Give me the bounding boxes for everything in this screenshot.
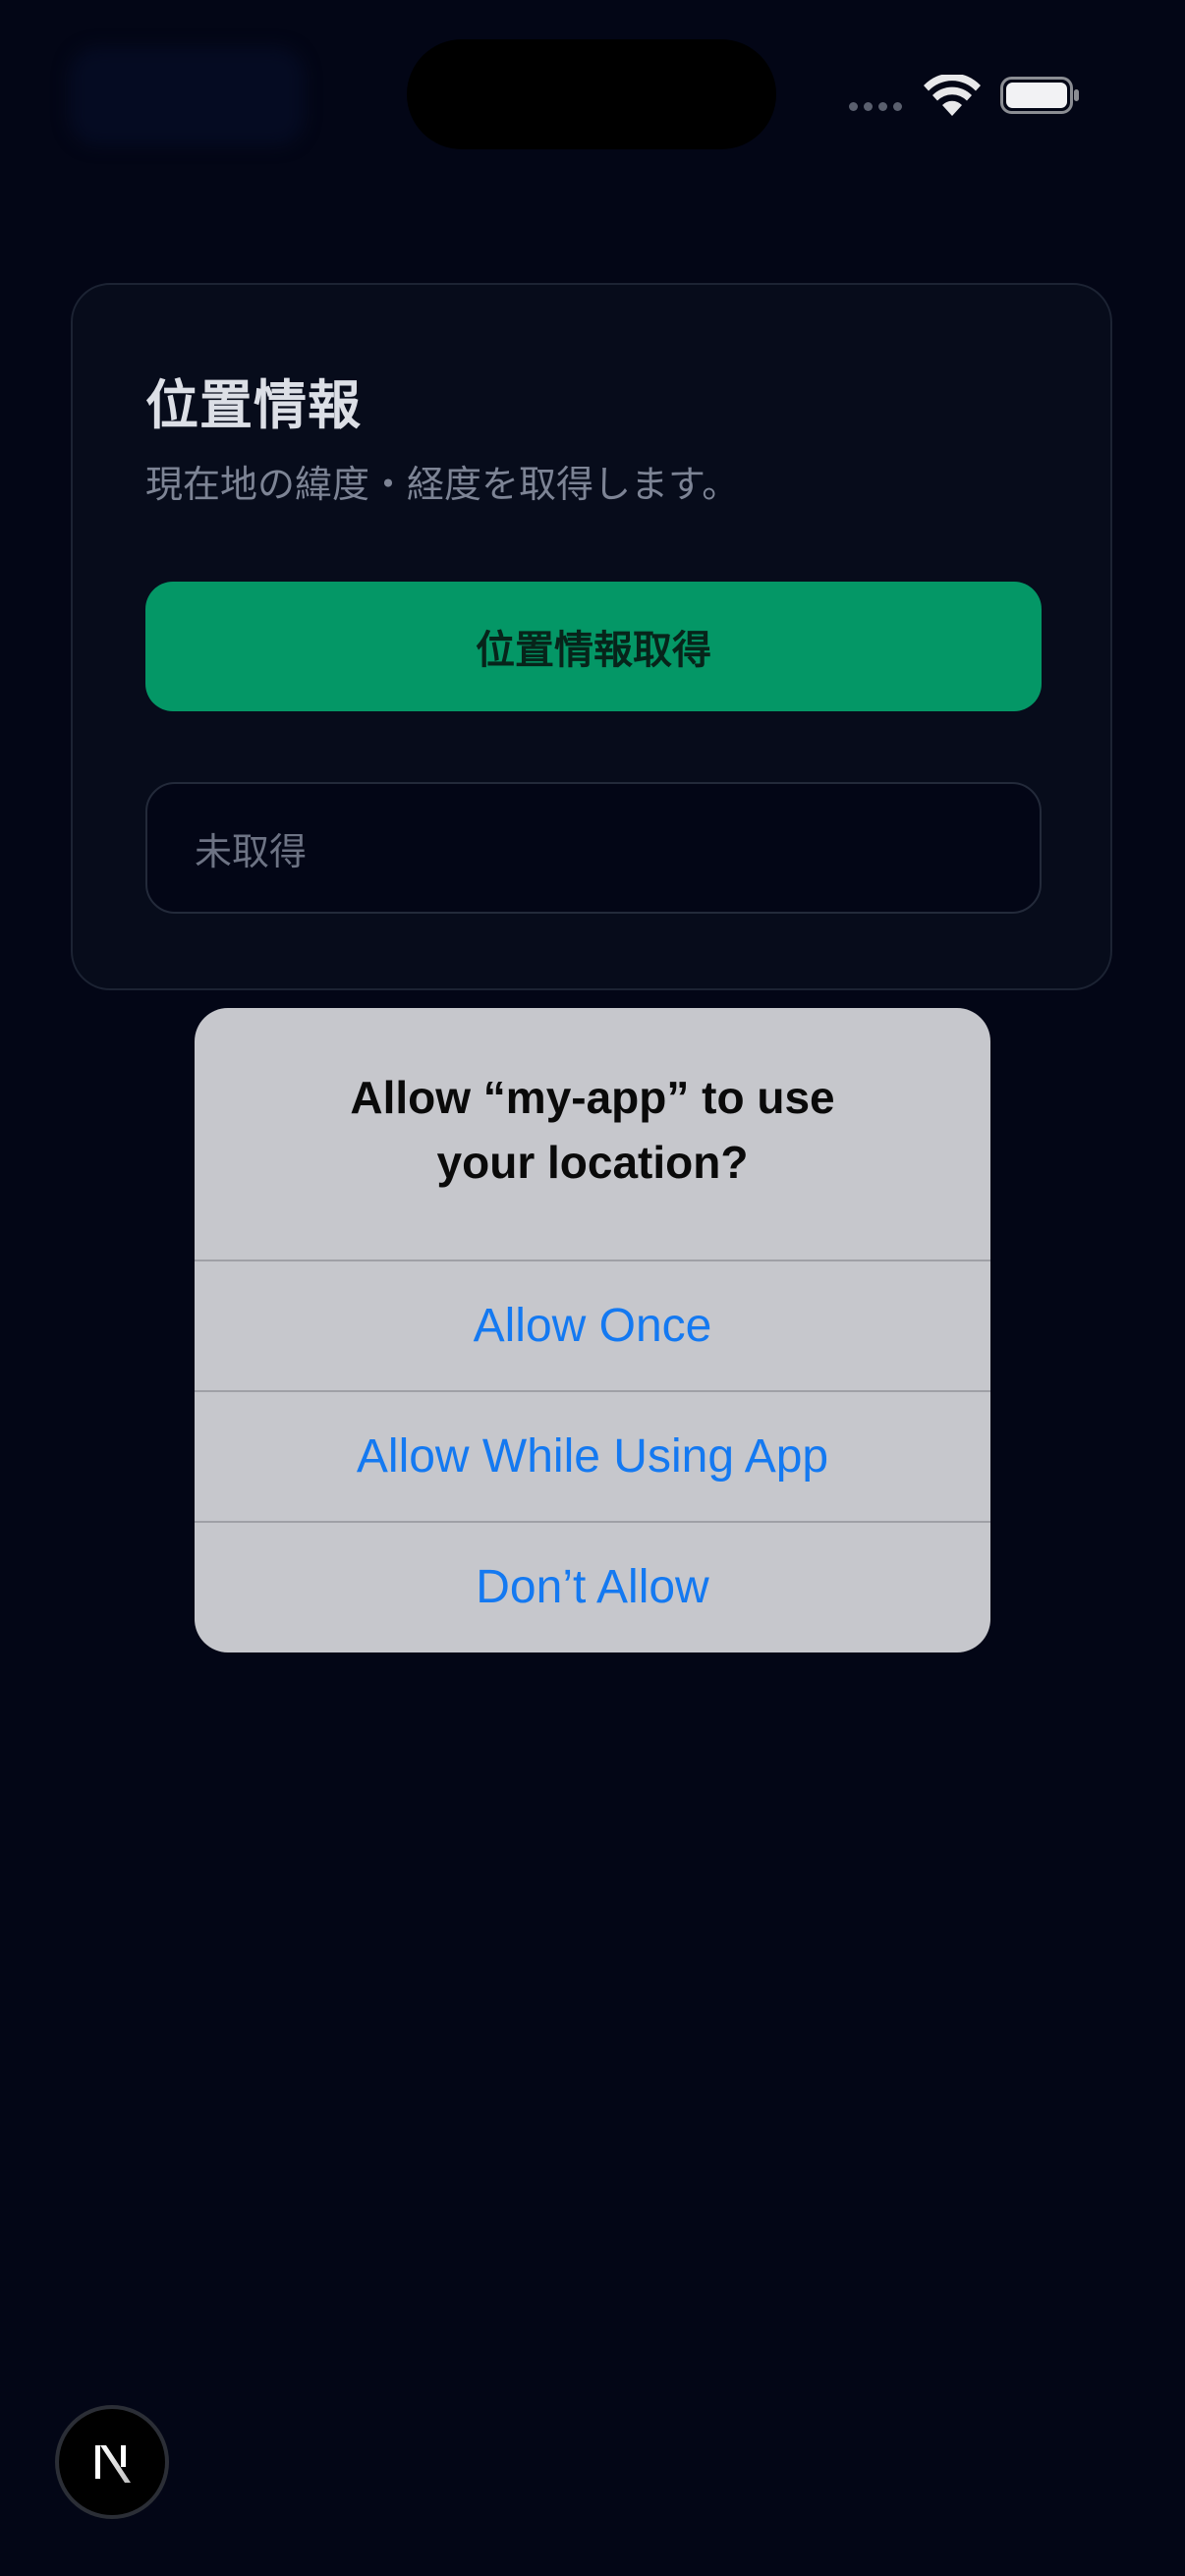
wifi-icon bbox=[924, 75, 981, 116]
location-permission-alert: Allow “my-app” to use your location? All… bbox=[195, 1008, 990, 1652]
cellular-signal-icon bbox=[849, 102, 902, 111]
location-result-box: 未取得 bbox=[145, 782, 1042, 914]
allow-once-button[interactable]: Allow Once bbox=[195, 1261, 990, 1389]
status-bar-time-area bbox=[69, 47, 305, 145]
battery-icon bbox=[1000, 77, 1079, 114]
location-result-text: 未取得 bbox=[195, 829, 308, 873]
card-subtitle: 現在地の緯度・経度を取得します。 bbox=[145, 463, 740, 506]
card-title: 位置情報 bbox=[145, 374, 362, 436]
allow-while-using-app-button[interactable]: Allow While Using App bbox=[195, 1392, 990, 1520]
dynamic-island bbox=[407, 39, 776, 149]
get-location-button[interactable]: 位置情報取得 bbox=[145, 582, 1042, 711]
alert-title-line-2: your location? bbox=[436, 1137, 749, 1188]
app-screen: 位置情報 現在地の緯度・経度を取得します。 位置情報取得 未取得 Allow “… bbox=[0, 0, 1185, 2576]
location-card: 位置情報 現在地の緯度・経度を取得します。 位置情報取得 未取得 bbox=[71, 283, 1112, 990]
alert-title: Allow “my-app” to use your location? bbox=[195, 1065, 990, 1195]
dont-allow-button[interactable]: Don’t Allow bbox=[195, 1523, 990, 1651]
alert-title-line-1: Allow “my-app” to use bbox=[350, 1072, 835, 1123]
nextjs-dev-indicator[interactable] bbox=[59, 2409, 165, 2515]
nextjs-logo-icon bbox=[95, 2445, 131, 2483]
